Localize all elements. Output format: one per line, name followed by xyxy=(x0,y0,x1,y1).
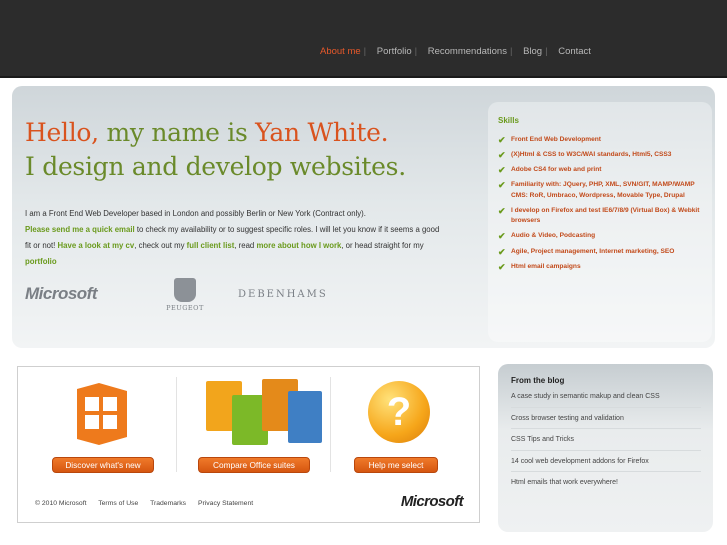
blog-post-link[interactable]: 14 cool web development addons for Firef… xyxy=(511,456,701,472)
office-logo-icon-svg xyxy=(77,383,127,445)
title-develop: develop xyxy=(185,152,283,181)
microsoft-logo: Microsoft xyxy=(25,284,98,303)
nav-separator: | xyxy=(545,46,548,57)
nav-separator: | xyxy=(414,46,418,57)
blog-list: A case study in semantic makup and clean… xyxy=(511,391,701,498)
title-i: I xyxy=(25,152,43,181)
copyright-text: © 2010 Microsoft xyxy=(35,500,87,507)
check-icon: ✔ xyxy=(498,180,506,191)
skill-text: Front End Web Development xyxy=(511,136,601,143)
peugeot-lion-icon xyxy=(174,278,196,302)
blog-post-link[interactable]: A case study in semantic makup and clean… xyxy=(511,391,701,408)
question-mark-icon: ? xyxy=(368,381,430,443)
check-icon: ✔ xyxy=(498,165,506,176)
intro-text: , read xyxy=(234,241,257,250)
cv-link[interactable]: Have a look at my cv xyxy=(58,241,135,250)
peugeot-logo: PEUGEOT xyxy=(165,278,205,312)
blog-panel: From the blog A case study in semantic m… xyxy=(498,364,713,532)
skill-item: ✔ Agile, Project management, Internet mar… xyxy=(498,247,710,258)
skill-text: I develop on Firefox and test IE6/7/8/9 … xyxy=(511,206,700,225)
email-link[interactable]: Please send me a quick email xyxy=(25,225,135,234)
blog-post-link[interactable]: Cross browser testing and validation xyxy=(511,413,701,429)
skill-text: Adobe CS4 for web and print xyxy=(511,166,602,174)
check-icon: ✔ xyxy=(498,261,506,272)
title-hello: Hello, xyxy=(25,118,99,147)
nav-blog[interactable]: Blog xyxy=(523,46,542,57)
skill-subtext: CMS: RoR, Umbraco, Wordpress, Movable Ty… xyxy=(511,191,685,199)
nav-portfolio[interactable]: Portfolio xyxy=(377,46,412,57)
skill-text: (X)Html & CSS to W3C/WAI standards, Html… xyxy=(511,151,672,159)
top-bar: About me | Portfolio | Recommendations | Bl… xyxy=(0,0,727,78)
microsoft-footer-logo: Microsoft xyxy=(400,493,464,510)
page-title: Hello, my name is Yan White. I design an… xyxy=(25,116,406,184)
intro-text: , check out my xyxy=(134,241,187,250)
debenhams-logo: DEBENHAMS xyxy=(238,289,328,300)
client-list-link[interactable]: full client list xyxy=(187,241,235,250)
nav-about-me[interactable]: About me xyxy=(320,46,361,57)
how-i-work-link[interactable]: more about how I work xyxy=(256,241,341,250)
skill-text: Audio & Video, Podcasting xyxy=(511,232,596,240)
skills-list: ✔ Front End Web Development ✔ (X)Html & CS… xyxy=(498,135,710,277)
skill-text: Html email campaigns xyxy=(511,262,581,270)
title-name-text: my name is xyxy=(98,118,256,147)
check-icon: ✔ xyxy=(498,246,506,257)
skill-item: ✔ Front End Web Development xyxy=(498,135,710,146)
peugeot-logo-text: PEUGEOT xyxy=(166,304,204,312)
check-icon: ✔ xyxy=(498,231,506,242)
nav-separator: | xyxy=(363,46,367,57)
skill-item: ✔ I develop on Firefox and test IE6/7/8/9… xyxy=(498,206,710,227)
client-logos: Microsoft PEUGEOT DEBENHAMS xyxy=(25,278,355,318)
title-name: Yan White. xyxy=(255,118,389,147)
skill-item: ✔ Audio & Video, Podcasting xyxy=(498,231,710,242)
skill-item: ✔ Html email campaigns xyxy=(498,262,710,273)
divider xyxy=(176,377,177,472)
blog-title: From the blog xyxy=(511,376,565,385)
help-me-select-button[interactable]: Help me select xyxy=(354,457,438,473)
trademarks-link[interactable]: Trademarks xyxy=(150,500,186,507)
blog-post-link[interactable]: CSS Tips and Tricks xyxy=(511,434,701,451)
discover-whats-new-button[interactable]: Discover what's new xyxy=(52,457,154,473)
office-box-icon xyxy=(288,391,322,443)
nav-contact[interactable]: Contact xyxy=(558,46,591,57)
check-icon: ✔ xyxy=(498,135,506,145)
title-and: and xyxy=(124,152,186,181)
intro-text: , or head straight for my xyxy=(341,241,424,250)
compare-office-suites-button[interactable]: Compare Office suites xyxy=(198,457,310,473)
skill-item: ✔ (X)Html & CSS to W3C/WAI standards, Htm… xyxy=(498,150,710,161)
ad-footer-links: © 2010 Microsoft Terms of Use Trademarks… xyxy=(35,500,263,507)
title-websites: websites. xyxy=(282,152,406,181)
terms-link[interactable]: Terms of Use xyxy=(98,500,138,507)
office-logo-icon xyxy=(73,381,131,447)
intro-paragraph: I am a Front End Web Developer based in … xyxy=(25,206,445,270)
privacy-link[interactable]: Privacy Statement xyxy=(198,500,253,507)
check-icon: ✔ xyxy=(498,205,506,216)
title-design: design xyxy=(42,152,125,181)
portfolio-link[interactable]: portfolio xyxy=(25,257,57,266)
intro-text: I am a Front End Web Developer based in … xyxy=(25,209,366,218)
skill-text: Agile, Project management, Internet mark… xyxy=(511,247,675,255)
divider xyxy=(330,377,331,472)
skill-item: ✔ Adobe CS4 for web and print xyxy=(498,165,710,176)
skills-title: Skills xyxy=(498,116,519,125)
check-icon: ✔ xyxy=(498,150,506,161)
blog-post-link[interactable]: Html emails that work everywhere! xyxy=(511,477,701,493)
skill-text: Familiarity with: JQuery, PHP, XML, SVN/… xyxy=(511,181,695,189)
nav-recommendations[interactable]: Recommendations xyxy=(428,46,507,57)
office-ad-banner[interactable]: ? Discover what's new Compare Office sui… xyxy=(17,366,480,523)
skill-item: ✔ Familiarity with: JQuery, PHP, XML, SVN… xyxy=(498,180,710,201)
nav-separator: | xyxy=(509,46,513,57)
skills-panel: Skills ✔ Front End Web Development ✔ (X)Ht… xyxy=(488,102,712,342)
main-nav: About me | Portfolio | Recommendations | Bl… xyxy=(320,46,591,57)
